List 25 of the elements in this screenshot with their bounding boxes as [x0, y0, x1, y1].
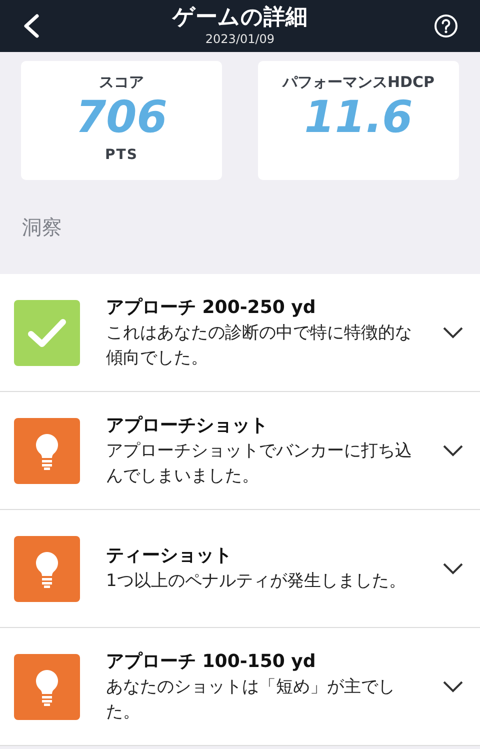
insight-text: あなたのショットは「短め」が主でした。 [106, 676, 396, 724]
game-date: 2023/01/09 [205, 31, 275, 47]
help-button[interactable] [434, 13, 460, 39]
chevron-icon [442, 444, 464, 458]
chevron-icon [442, 680, 464, 694]
stat-label: スコア [99, 72, 144, 93]
lightbulb-icon [34, 668, 60, 706]
section-title: 洞察 [21, 214, 63, 240]
checkmark-icon [27, 316, 67, 348]
screen-title: ゲームの詳細 [172, 5, 308, 31]
insight-title: アプローチ 200-250 yd [106, 296, 317, 320]
stat-unit: PTS [105, 147, 138, 163]
stat-value: 11.6 [304, 93, 413, 143]
insight-title: ティーショット [106, 544, 233, 568]
chevron-icon [442, 326, 464, 340]
lightbulb-icon [34, 550, 60, 588]
insight-text: アプローチショットでバンカーに打ち込んでしまいました。 [106, 440, 413, 488]
insight-text: これはあなたの診断の中で特に特徴的な傾向でした。 [106, 322, 413, 370]
stat-label: パフォーマンスHDCP [282, 72, 434, 93]
insight-text: 1つ以上のペナルティが発生しました。 [106, 570, 407, 593]
insight-title: アプローチ 100-150 yd [106, 650, 317, 674]
lightbulb-icon [34, 432, 60, 470]
stat-value: 706 [76, 93, 168, 143]
insight-title: アプローチショット [106, 414, 269, 438]
chevron-icon [442, 562, 464, 576]
